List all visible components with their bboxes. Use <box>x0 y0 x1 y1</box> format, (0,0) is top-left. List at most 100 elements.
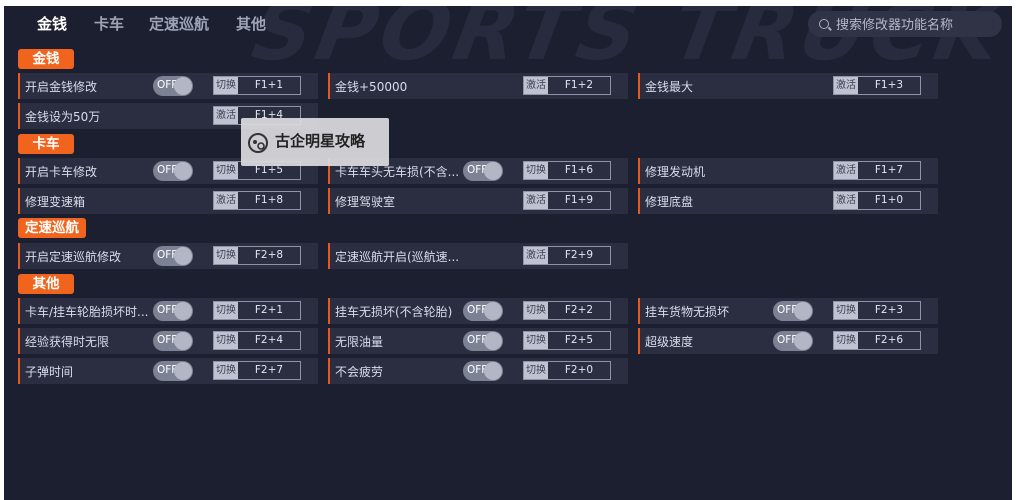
tab-truck[interactable]: 卡车 <box>94 13 124 34</box>
section-header-cruise: 定速巡航 <box>18 218 86 238</box>
cheat-label: 修理底盘 <box>645 195 694 209</box>
cheat-row: 子弹时间 OFF 切换 F2+7 <box>18 358 318 384</box>
hotkey-binding[interactable]: 激活 F2+9 <box>523 246 611 265</box>
hotkey-binding[interactable]: 激活 F1+9 <box>523 191 611 210</box>
hotkey-binding[interactable]: 切换 F2+7 <box>213 361 301 380</box>
cheat-toggle[interactable]: OFF <box>153 246 193 266</box>
hotkey-key: F2+9 <box>564 249 594 261</box>
cheat-toggle[interactable]: OFF <box>153 361 193 381</box>
cheat-toggle[interactable]: OFF <box>463 331 503 351</box>
cheat-label: 定速巡航开启(巡航速... <box>335 250 460 264</box>
cheat-row: 金钱最大 激活 F1+3 <box>638 73 938 99</box>
hotkey-key: F2+4 <box>254 334 284 346</box>
cheat-label: 挂车无损坏(不含轮胎) <box>335 305 453 319</box>
hotkey-mode: 切换 <box>214 77 238 94</box>
hotkey-key: F2+3 <box>874 304 904 316</box>
cheat-label: 修理驾驶室 <box>335 195 396 209</box>
section-header-money: 金钱 <box>18 49 74 69</box>
hotkey-binding[interactable]: 切换 F2+5 <box>523 331 611 350</box>
hotkey-binding[interactable]: 切换 F2+2 <box>523 301 611 320</box>
section-header-other: 其他 <box>18 274 74 294</box>
hotkey-key: F2+8 <box>254 249 284 261</box>
top-nav: 金钱 卡车 定速巡航 其他 <box>4 6 1012 42</box>
hotkey-mode: 激活 <box>834 162 858 179</box>
hotkey-mode: 切换 <box>214 332 238 349</box>
hotkey-key: F1+8 <box>254 194 284 206</box>
trainer-window: SPORTS TRUCK 金钱 卡车 定速巡航 其他 金钱 卡车 定速巡航 其他… <box>4 6 1012 500</box>
hotkey-binding[interactable]: 切换 F2+1 <box>213 301 301 320</box>
hotkey-binding[interactable]: 切换 F2+6 <box>833 331 921 350</box>
cheat-label: 挂车货物无损坏 <box>645 305 730 319</box>
cheat-row: 卡车/挂车轮胎损坏时... OFF 切换 F2+1 <box>18 298 318 324</box>
toggle-knob <box>174 332 192 350</box>
hotkey-mode: 切换 <box>214 302 238 319</box>
cheat-row: 不会疲劳 OFF 切换 F2+0 <box>328 358 628 384</box>
cheat-toggle[interactable]: OFF <box>773 331 813 351</box>
tab-other[interactable]: 其他 <box>236 13 266 34</box>
hotkey-mode: 切换 <box>214 247 238 264</box>
cheat-label: 金钱最大 <box>645 80 694 94</box>
toggle-knob <box>794 302 812 320</box>
hotkey-key: F1+3 <box>874 79 904 91</box>
hotkey-mode: 切换 <box>524 332 548 349</box>
hotkey-binding[interactable]: 激活 F1+8 <box>213 191 301 210</box>
cheat-label: 金钱+50000 <box>335 80 408 94</box>
hotkey-mode: 激活 <box>524 77 548 94</box>
cheat-row: 开启定速巡航修改 OFF 切换 F2+8 <box>18 243 318 269</box>
cheat-label: 超级速度 <box>645 335 694 349</box>
cheat-toggle[interactable]: OFF <box>153 76 193 96</box>
hotkey-mode: 切换 <box>834 302 858 319</box>
cheat-row: 挂车无损坏(不含轮胎) OFF 切换 F2+2 <box>328 298 628 324</box>
hotkey-binding[interactable]: 激活 F1+3 <box>833 76 921 95</box>
cheat-row: 无限油量 OFF 切换 F2+5 <box>328 328 628 354</box>
hotkey-key: F2+2 <box>564 304 594 316</box>
overlay-watermark: 古企明星攻略 <box>241 118 389 166</box>
toggle-knob <box>484 332 502 350</box>
cheat-row: 修理发动机 激活 F1+7 <box>638 158 938 184</box>
hotkey-binding[interactable]: 切换 F2+3 <box>833 301 921 320</box>
toggle-knob <box>174 162 192 180</box>
toggle-knob <box>484 162 502 180</box>
cheat-toggle[interactable]: OFF <box>773 301 813 321</box>
cheat-toggle[interactable]: OFF <box>153 301 193 321</box>
cheat-row: 开启金钱修改 OFF 切换 F1+1 <box>18 73 318 99</box>
hotkey-binding[interactable]: 激活 F1+2 <box>523 76 611 95</box>
cheat-toggle[interactable]: OFF <box>153 161 193 181</box>
cheat-toggle[interactable]: OFF <box>153 331 193 351</box>
search-box[interactable] <box>808 11 1002 37</box>
hotkey-binding[interactable]: 切换 F1+1 <box>213 76 301 95</box>
hotkey-binding[interactable]: 切换 F2+0 <box>523 361 611 380</box>
cheat-row: 修理底盘 激活 F1+0 <box>638 188 938 214</box>
cheat-toggle[interactable]: OFF <box>463 361 503 381</box>
hotkey-key: F1+1 <box>254 79 284 91</box>
hotkey-binding[interactable]: 激活 F1+7 <box>833 161 921 180</box>
toggle-knob <box>794 332 812 350</box>
hotkey-key: F1+2 <box>564 79 594 91</box>
cheat-label: 开启定速巡航修改 <box>25 250 122 264</box>
hotkey-binding[interactable]: 切换 F2+8 <box>213 246 301 265</box>
search-input[interactable] <box>834 14 998 36</box>
hotkey-key: F1+9 <box>564 194 594 206</box>
tab-money[interactable]: 金钱 <box>37 13 67 34</box>
cheat-row: 定速巡航开启(巡航速... 激活 F2+9 <box>328 243 628 269</box>
hotkey-key: F2+1 <box>254 304 284 316</box>
hotkey-mode: 激活 <box>524 192 548 209</box>
hotkey-binding[interactable]: 激活 F1+0 <box>833 191 921 210</box>
cheat-row: 修理变速箱 激活 F1+8 <box>18 188 318 214</box>
cheat-label: 开启金钱修改 <box>25 80 98 94</box>
hotkey-mode: 切换 <box>214 162 238 179</box>
cheat-toggle[interactable]: OFF <box>463 301 503 321</box>
cheat-label: 修理变速箱 <box>25 195 86 209</box>
hotkey-binding[interactable]: 切换 F1+6 <box>523 161 611 180</box>
toggle-knob <box>174 247 192 265</box>
tab-cruise[interactable]: 定速巡航 <box>149 13 209 34</box>
hotkey-mode: 切换 <box>524 362 548 379</box>
hotkey-binding[interactable]: 切换 F2+4 <box>213 331 301 350</box>
hotkey-mode: 切换 <box>524 162 548 179</box>
cheat-row: 超级速度 OFF 切换 F2+6 <box>638 328 938 354</box>
cheat-label: 开启卡车修改 <box>25 165 98 179</box>
toggle-knob <box>174 302 192 320</box>
section-header-truck: 卡车 <box>18 134 74 154</box>
hotkey-mode: 切换 <box>524 302 548 319</box>
cheat-toggle[interactable]: OFF <box>463 161 503 181</box>
